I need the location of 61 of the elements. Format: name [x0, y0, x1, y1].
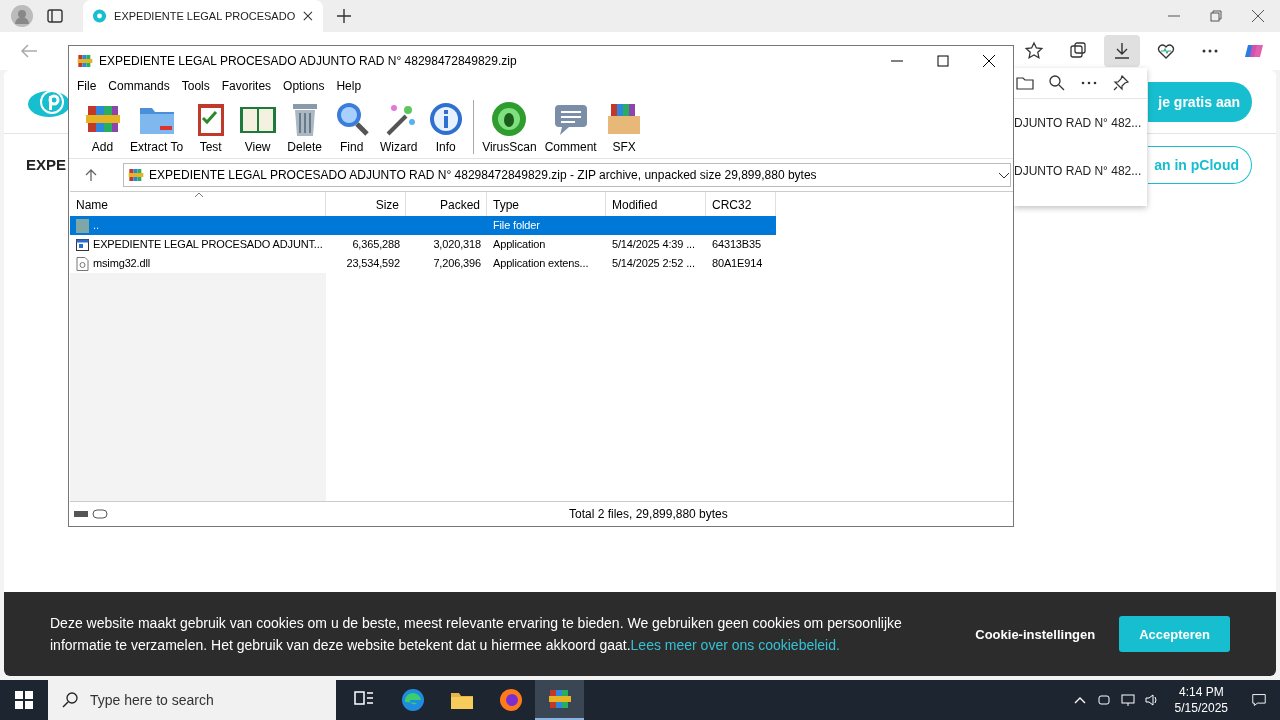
- volume-icon[interactable]: [1144, 693, 1159, 707]
- browser-tab[interactable]: EXPEDIENTE LEGAL PROCESADO: [83, 0, 323, 32]
- menu-item[interactable]: Tools: [175, 76, 216, 96]
- drive-icon: [73, 508, 109, 520]
- new-tab-icon[interactable]: [337, 9, 351, 23]
- up-arrow-icon[interactable]: [85, 169, 97, 181]
- download-item[interactable]: DJUNTO RAD N° 482...: [1014, 164, 1142, 178]
- network-icon[interactable]: [1120, 693, 1135, 707]
- folder-icon[interactable]: [1016, 74, 1034, 92]
- menu-item[interactable]: Commands: [102, 76, 176, 96]
- cookie-settings-button[interactable]: Cookie-instellingen: [969, 625, 1102, 643]
- app-icon: [76, 237, 89, 252]
- archive-icon: [128, 167, 144, 183]
- page-heading: EXPE: [26, 156, 67, 173]
- virusscan-icon: [490, 100, 529, 138]
- file-row[interactable]: msimg32.dll: [70, 254, 326, 273]
- column-header[interactable]: Name: [70, 192, 326, 216]
- close-icon[interactable]: [303, 10, 313, 22]
- wizard-toolbar-button[interactable]: Wizard: [375, 98, 423, 156]
- test-toolbar-button[interactable]: Test: [187, 98, 235, 156]
- dll-icon: [76, 256, 89, 271]
- search-icon[interactable]: [1048, 74, 1066, 92]
- sfx-toolbar-button[interactable]: SFX: [600, 98, 648, 156]
- search-icon: [62, 692, 78, 708]
- table-cell: File folder: [487, 216, 606, 235]
- path-field[interactable]: EXPEDIENTE LEGAL PROCESADO ADJUNTO RAD N° 48298472849829.zip - ZIP archive, unpacked size 29,899,880 bytes: [123, 163, 1011, 187]
- extract-toolbar-button[interactable]: Extract To: [126, 98, 188, 156]
- profile-avatar-icon[interactable]: [11, 5, 33, 27]
- file-row[interactable]: EXPEDIENTE LEGAL PROCESADO ADJUNT...: [70, 235, 326, 254]
- tab-actions-icon[interactable]: [47, 8, 63, 24]
- table-cell: [706, 216, 776, 235]
- notification-icon[interactable]: [1252, 693, 1266, 707]
- folder-icon: [76, 218, 89, 233]
- sort-caret-icon: [194, 192, 204, 198]
- start-icon[interactable]: [15, 691, 33, 709]
- status-text: Total 2 files, 29,899,880 bytes: [569, 507, 728, 521]
- search-field[interactable]: Type here to search: [48, 680, 336, 720]
- cookie-policy-link[interactable]: Lees meer over ons cookiebeleid.: [630, 637, 840, 653]
- close-icon[interactable]: [1252, 10, 1264, 22]
- menu-item[interactable]: Favorites: [215, 76, 278, 96]
- pin-icon[interactable]: [1112, 74, 1130, 92]
- menu-item[interactable]: File: [71, 76, 103, 96]
- download-toolbar-icon[interactable]: [1104, 35, 1140, 67]
- info-toolbar-button[interactable]: Info: [422, 98, 470, 156]
- comment-toolbar-button[interactable]: Comment: [540, 98, 601, 156]
- cookie-message: Deze website maakt gebruik van cookies om u de beste, meest relevante ervaring te bieden. We gebruiken geen cookies om persoonlijke informatie te verzamelen. Het gebruik van deze website betekent dat u hiermee akkoord gaat.Lees meer over ons cookiebeleid.: [50, 614, 903, 655]
- file-row[interactable]: ..: [70, 216, 326, 235]
- close-icon[interactable]: [983, 55, 995, 67]
- clock[interactable]: 4:14 PM 5/15/2025: [1174, 684, 1228, 716]
- view-toolbar-button[interactable]: View: [234, 98, 282, 156]
- menu-item[interactable]: Options: [277, 76, 331, 96]
- archive-icon: [77, 53, 93, 69]
- add-toolbar-button[interactable]: Add: [79, 98, 126, 156]
- delete-toolbar-button[interactable]: Delete: [281, 98, 329, 156]
- menu-item[interactable]: Help: [330, 76, 368, 96]
- window-title: EXPEDIENTE LEGAL PROCESADO ADJUNTO RAD N° 48298472849829.zip: [99, 54, 518, 68]
- virusscan-toolbar-button[interactable]: VirusScan: [478, 98, 541, 156]
- download-item[interactable]: DJUNTO RAD N° 482...: [1014, 116, 1142, 130]
- maximize-icon[interactable]: [937, 55, 949, 67]
- find-toolbar-button[interactable]: Find: [328, 98, 376, 156]
- restore-icon[interactable]: [1210, 10, 1222, 22]
